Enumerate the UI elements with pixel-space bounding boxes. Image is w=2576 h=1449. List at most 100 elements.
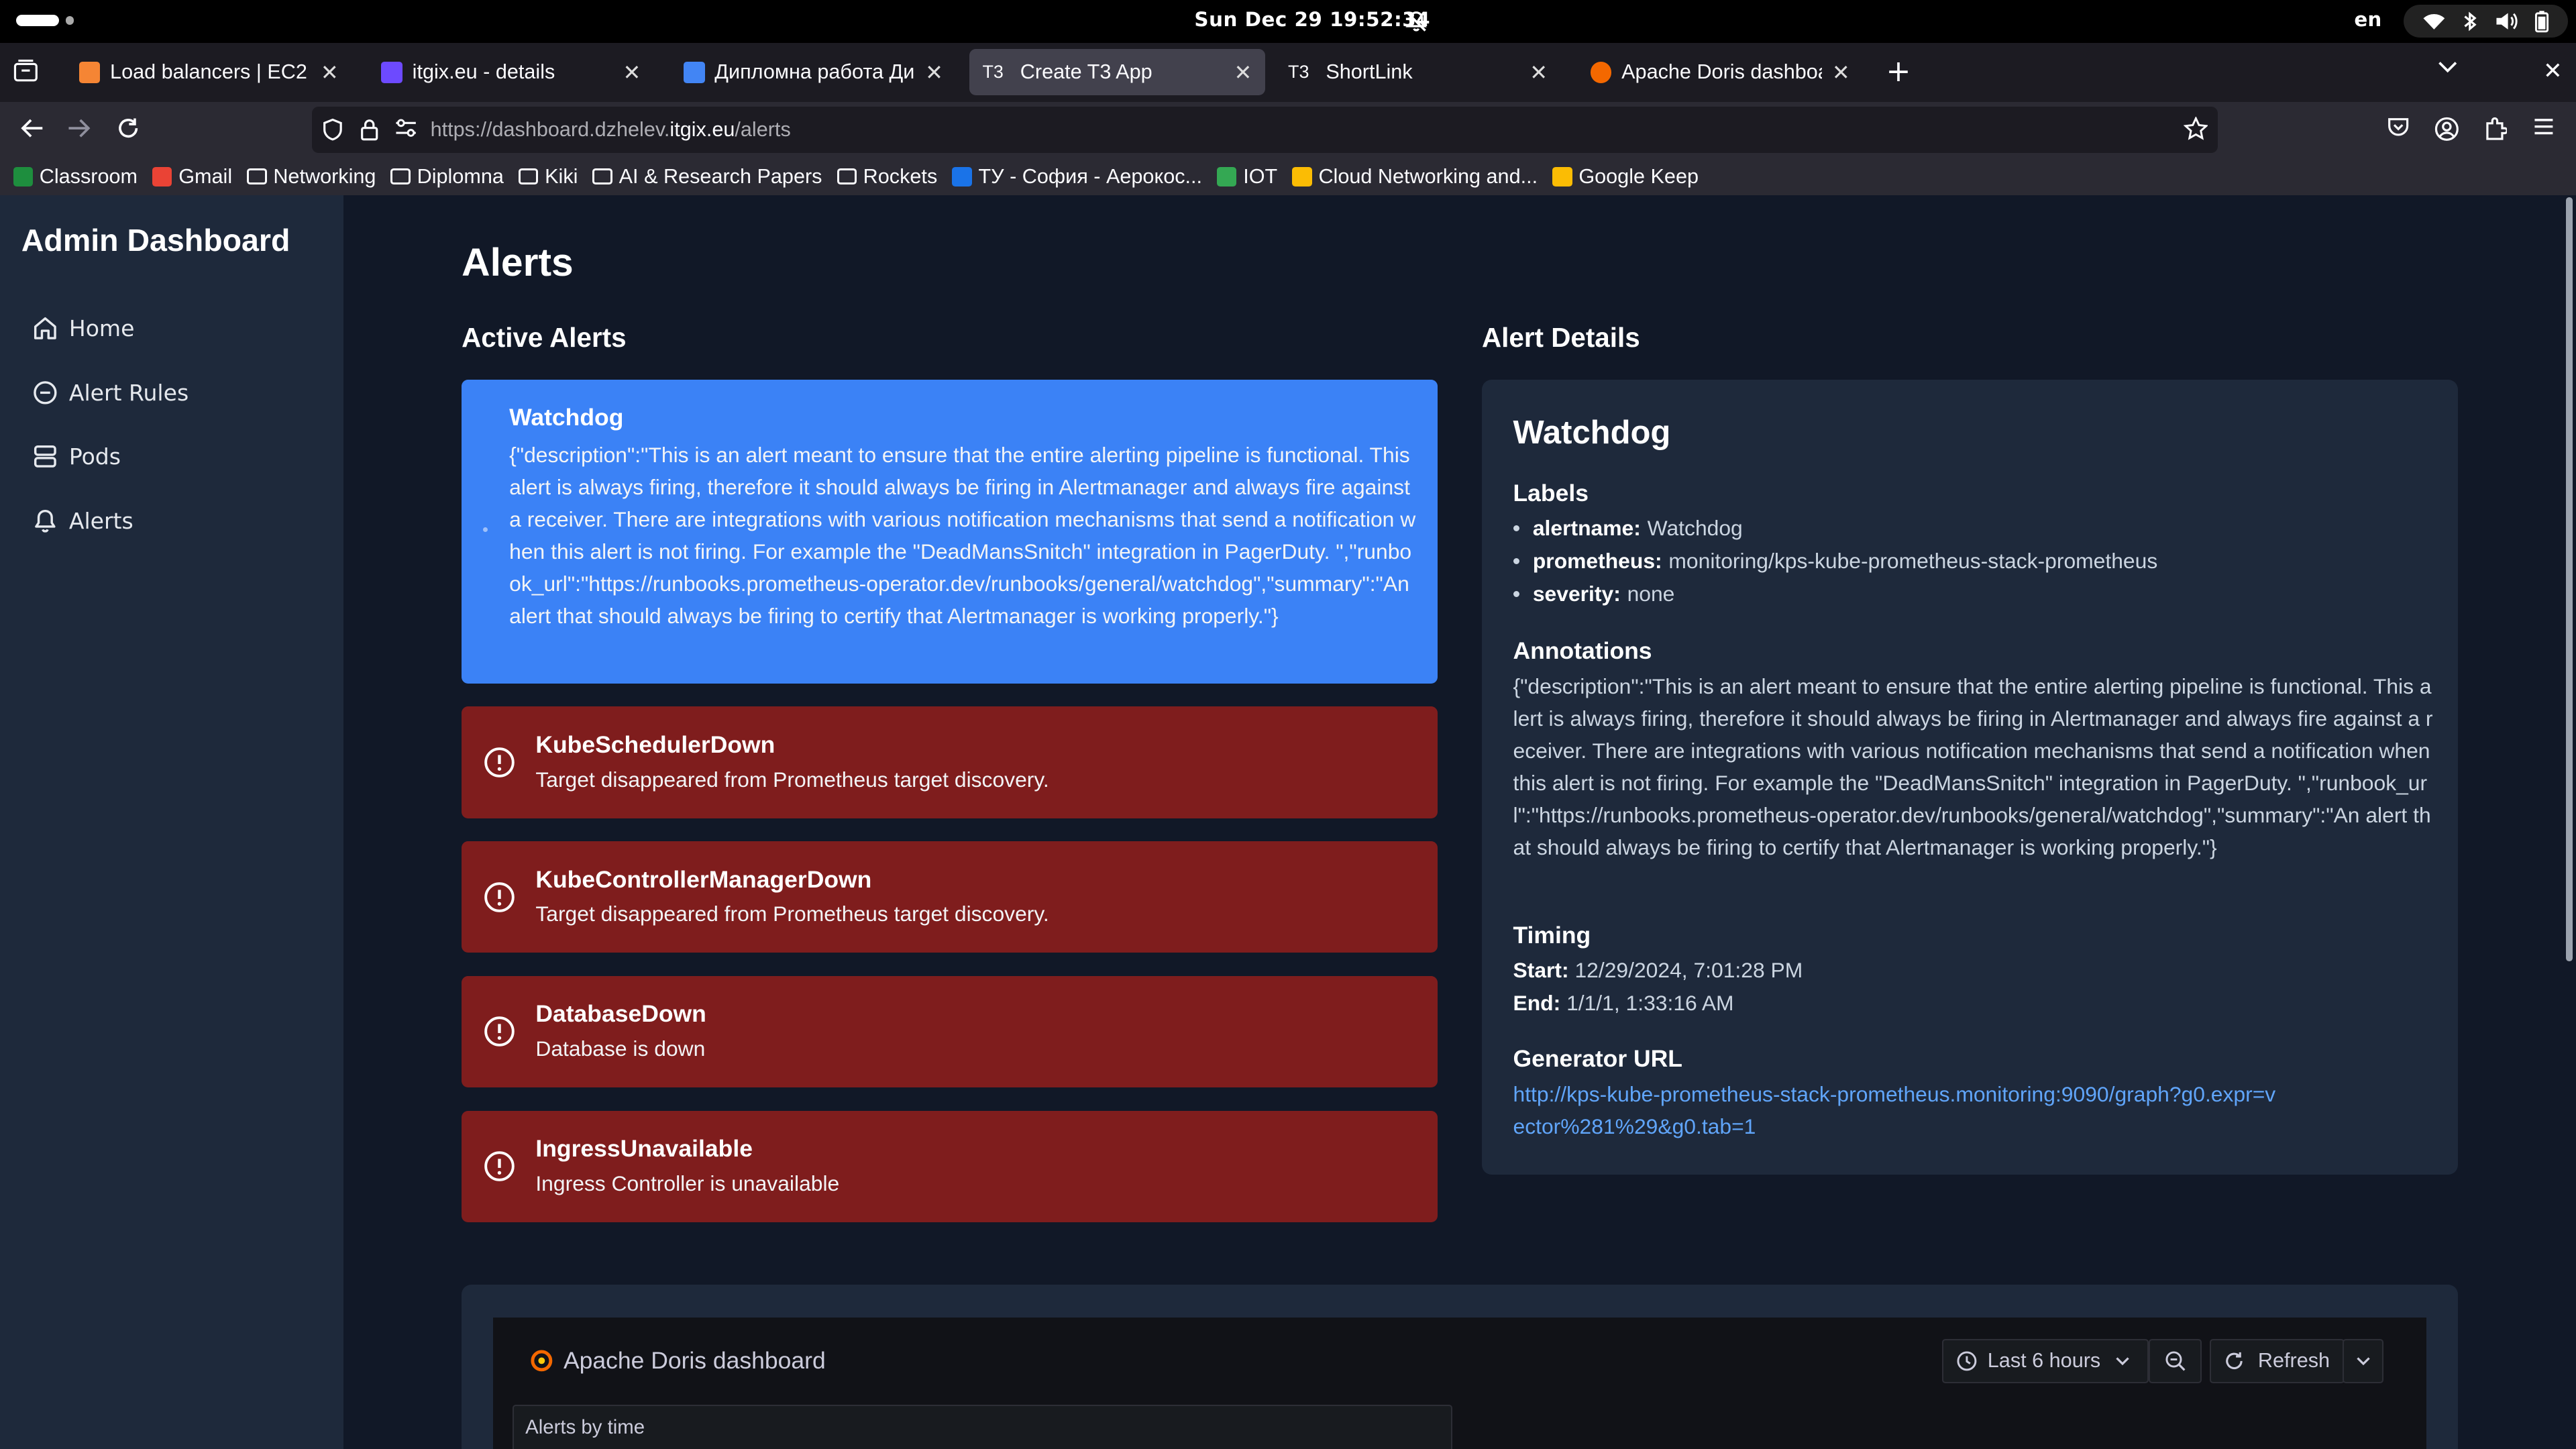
alert-card-kubecontrollermanagerdown[interactable]: KubeControllerManagerDown Target disappe…: [462, 841, 1438, 953]
bookmark-folder-rockets[interactable]: Rockets: [837, 165, 937, 189]
keyboard-language[interactable]: en: [2354, 8, 2381, 31]
bookmark-iot[interactable]: IOT: [1217, 165, 1277, 189]
alert-card-databasedown[interactable]: DatabaseDown Database is down: [462, 975, 1438, 1088]
alert-description: Ingress Controller is unavailable: [535, 1171, 840, 1196]
bookmark-folder-diplomna[interactable]: Diplomna: [390, 165, 504, 189]
bookmark-classroom[interactable]: Classroom: [13, 165, 138, 189]
generator-url-heading: Generator URL: [1513, 1044, 1683, 1072]
google-docs-icon: [683, 61, 705, 83]
url-bar[interactable]: https://dashboard.dzhelev.itgix.eu/alert…: [312, 107, 2218, 153]
bookmark-tu-sofia[interactable]: ТУ - София - Аерокос...: [952, 165, 1202, 189]
folder-icon: [592, 168, 612, 185]
lock-icon[interactable]: [360, 118, 379, 141]
minus-circle-icon: [34, 381, 57, 405]
wifi-icon: [2423, 14, 2445, 30]
list-all-tabs-chevron-down-icon[interactable]: [2438, 61, 2457, 74]
main-content: Alerts Active Alerts Alert Details Watch…: [343, 195, 2576, 1449]
tab-apache-doris[interactable]: Apache Doris dashboard ✕: [1577, 49, 1863, 95]
account-icon[interactable]: [2434, 117, 2459, 142]
bookmark-folder-ai-papers[interactable]: AI & Research Papers: [592, 165, 822, 189]
grafana-icon: [1590, 61, 1612, 83]
tab-label: ShortLink: [1326, 60, 1413, 84]
time-range-picker[interactable]: Last 6 hours: [1941, 1338, 2149, 1383]
sidebar-item-alert-rules[interactable]: Alert Rules: [33, 380, 189, 406]
zoom-out-icon: [2165, 1351, 2186, 1371]
menu-hamburger-icon[interactable]: [2533, 117, 2555, 136]
sidebar-item-alerts[interactable]: Alerts: [33, 508, 133, 534]
bookmark-star-icon[interactable]: [2183, 116, 2208, 142]
close-icon[interactable]: ✕: [1832, 60, 1850, 85]
t3-icon: T3: [982, 61, 1004, 82]
activities-indicator[interactable]: [16, 15, 74, 27]
tab-label: Load balancers | EC2 | eu: [110, 60, 311, 84]
new-tab-button[interactable]: +: [1886, 54, 1911, 89]
battery-icon: [2535, 10, 2549, 32]
active-alerts-heading: Active Alerts: [462, 321, 627, 353]
refresh-interval-dropdown[interactable]: [2343, 1338, 2384, 1383]
system-status-menu[interactable]: [2403, 5, 2568, 38]
alert-name: KubeControllerManagerDown: [535, 865, 872, 893]
server-icon: [34, 445, 56, 468]
label-item: alertname: Watchdog: [1513, 516, 1743, 541]
refresh-button[interactable]: Refresh: [2209, 1338, 2345, 1383]
alert-card-ingressunavailable[interactable]: IngressUnavailable Ingress Controller is…: [462, 1110, 1438, 1223]
generator-url-link[interactable]: http://kps-kube-prometheus-stack-prometh…: [1513, 1078, 2286, 1142]
alert-card-kubeschedulerdown[interactable]: KubeSchedulerDown Target disappeared fro…: [462, 706, 1438, 818]
zoom-out-button[interactable]: [2149, 1338, 2202, 1383]
site-permissions-icon[interactable]: [394, 118, 417, 138]
label-item: prometheus: monitoring/kps-kube-prometheu…: [1513, 549, 2157, 574]
firefox-view-icon[interactable]: [13, 59, 38, 82]
extensions-puzzle-icon[interactable]: [2484, 117, 2508, 142]
tab-itgix-details[interactable]: itgix.eu - details ✕: [368, 49, 654, 95]
close-icon[interactable]: ✕: [925, 60, 943, 85]
tab-load-balancers[interactable]: Load balancers | EC2 | eu ✕: [66, 49, 352, 95]
grafana-embed-container: Apache Doris dashboard Last 6 hours Refr…: [462, 1285, 2458, 1449]
window-close-button[interactable]: ✕: [2543, 58, 2563, 85]
close-icon[interactable]: ✕: [1529, 60, 1548, 85]
forward-arrow-icon[interactable]: [67, 117, 92, 140]
tab-label: Create T3 App: [1020, 60, 1152, 84]
grafana-dashboard: Apache Doris dashboard Last 6 hours Refr…: [492, 1318, 2427, 1449]
tab-label: itgix.eu - details: [412, 60, 555, 84]
alert-circle-icon: [484, 1151, 515, 1182]
page-scrollbar[interactable]: [2566, 197, 2573, 961]
bookmark-folder-kiki[interactable]: Kiki: [518, 165, 578, 189]
pocket-icon[interactable]: [2387, 117, 2410, 138]
bookmark-google-keep[interactable]: Google Keep: [1552, 165, 1699, 189]
alert-details-heading: Alert Details: [1481, 321, 1640, 353]
chevron-down-icon: [2116, 1356, 2129, 1365]
alert-card-watchdog[interactable]: Watchdog {"description":"This is an aler…: [462, 379, 1438, 684]
close-icon[interactable]: ✕: [1234, 60, 1252, 85]
reload-icon[interactable]: [117, 117, 140, 140]
sidebar-item-label: Alert Rules: [68, 379, 189, 406]
google-keep-icon: [1552, 166, 1572, 186]
folder-icon: [390, 168, 411, 185]
close-icon[interactable]: ✕: [321, 60, 339, 85]
folder-icon: [837, 168, 857, 185]
tab-diploma-doc[interactable]: Дипломна работа Дими ✕: [670, 49, 956, 95]
bookmark-folder-networking[interactable]: Networking: [247, 165, 376, 189]
bookmark-cloud-networking[interactable]: Cloud Networking and...: [1292, 165, 1538, 189]
gmail-icon: [152, 166, 172, 186]
close-icon[interactable]: ✕: [623, 60, 641, 85]
sidebar-item-home[interactable]: Home: [33, 315, 134, 341]
notifications-muted-icon: [1405, 10, 1428, 33]
bookmark-gmail[interactable]: Gmail: [152, 165, 232, 189]
alert-circle-icon: [484, 1016, 515, 1047]
home-icon: [34, 317, 56, 340]
classroom-icon: [13, 166, 33, 186]
shield-icon[interactable]: [322, 118, 343, 141]
panel-title: Alerts by time: [525, 1415, 645, 1438]
tab-shortlink[interactable]: T3 ShortLink ✕: [1275, 49, 1560, 95]
grafana-panel[interactable]: Alerts by time: [513, 1404, 1452, 1449]
sidebar-item-pods[interactable]: Pods: [33, 443, 121, 470]
bell-icon: [35, 509, 56, 533]
url-text[interactable]: https://dashboard.dzhelev.itgix.eu/alert…: [431, 118, 791, 142]
t3-icon: T3: [1288, 61, 1309, 82]
annotations-heading: Annotations: [1513, 637, 1652, 665]
back-arrow-icon[interactable]: [19, 117, 44, 140]
tab-create-t3-app[interactable]: T3 Create T3 App ✕: [969, 49, 1265, 96]
labels-heading: Labels: [1513, 480, 1589, 507]
system-clock[interactable]: Sun Dec 29 19:52:34: [1194, 8, 1430, 31]
grafana-dashboard-title[interactable]: Apache Doris dashboard: [529, 1347, 826, 1375]
